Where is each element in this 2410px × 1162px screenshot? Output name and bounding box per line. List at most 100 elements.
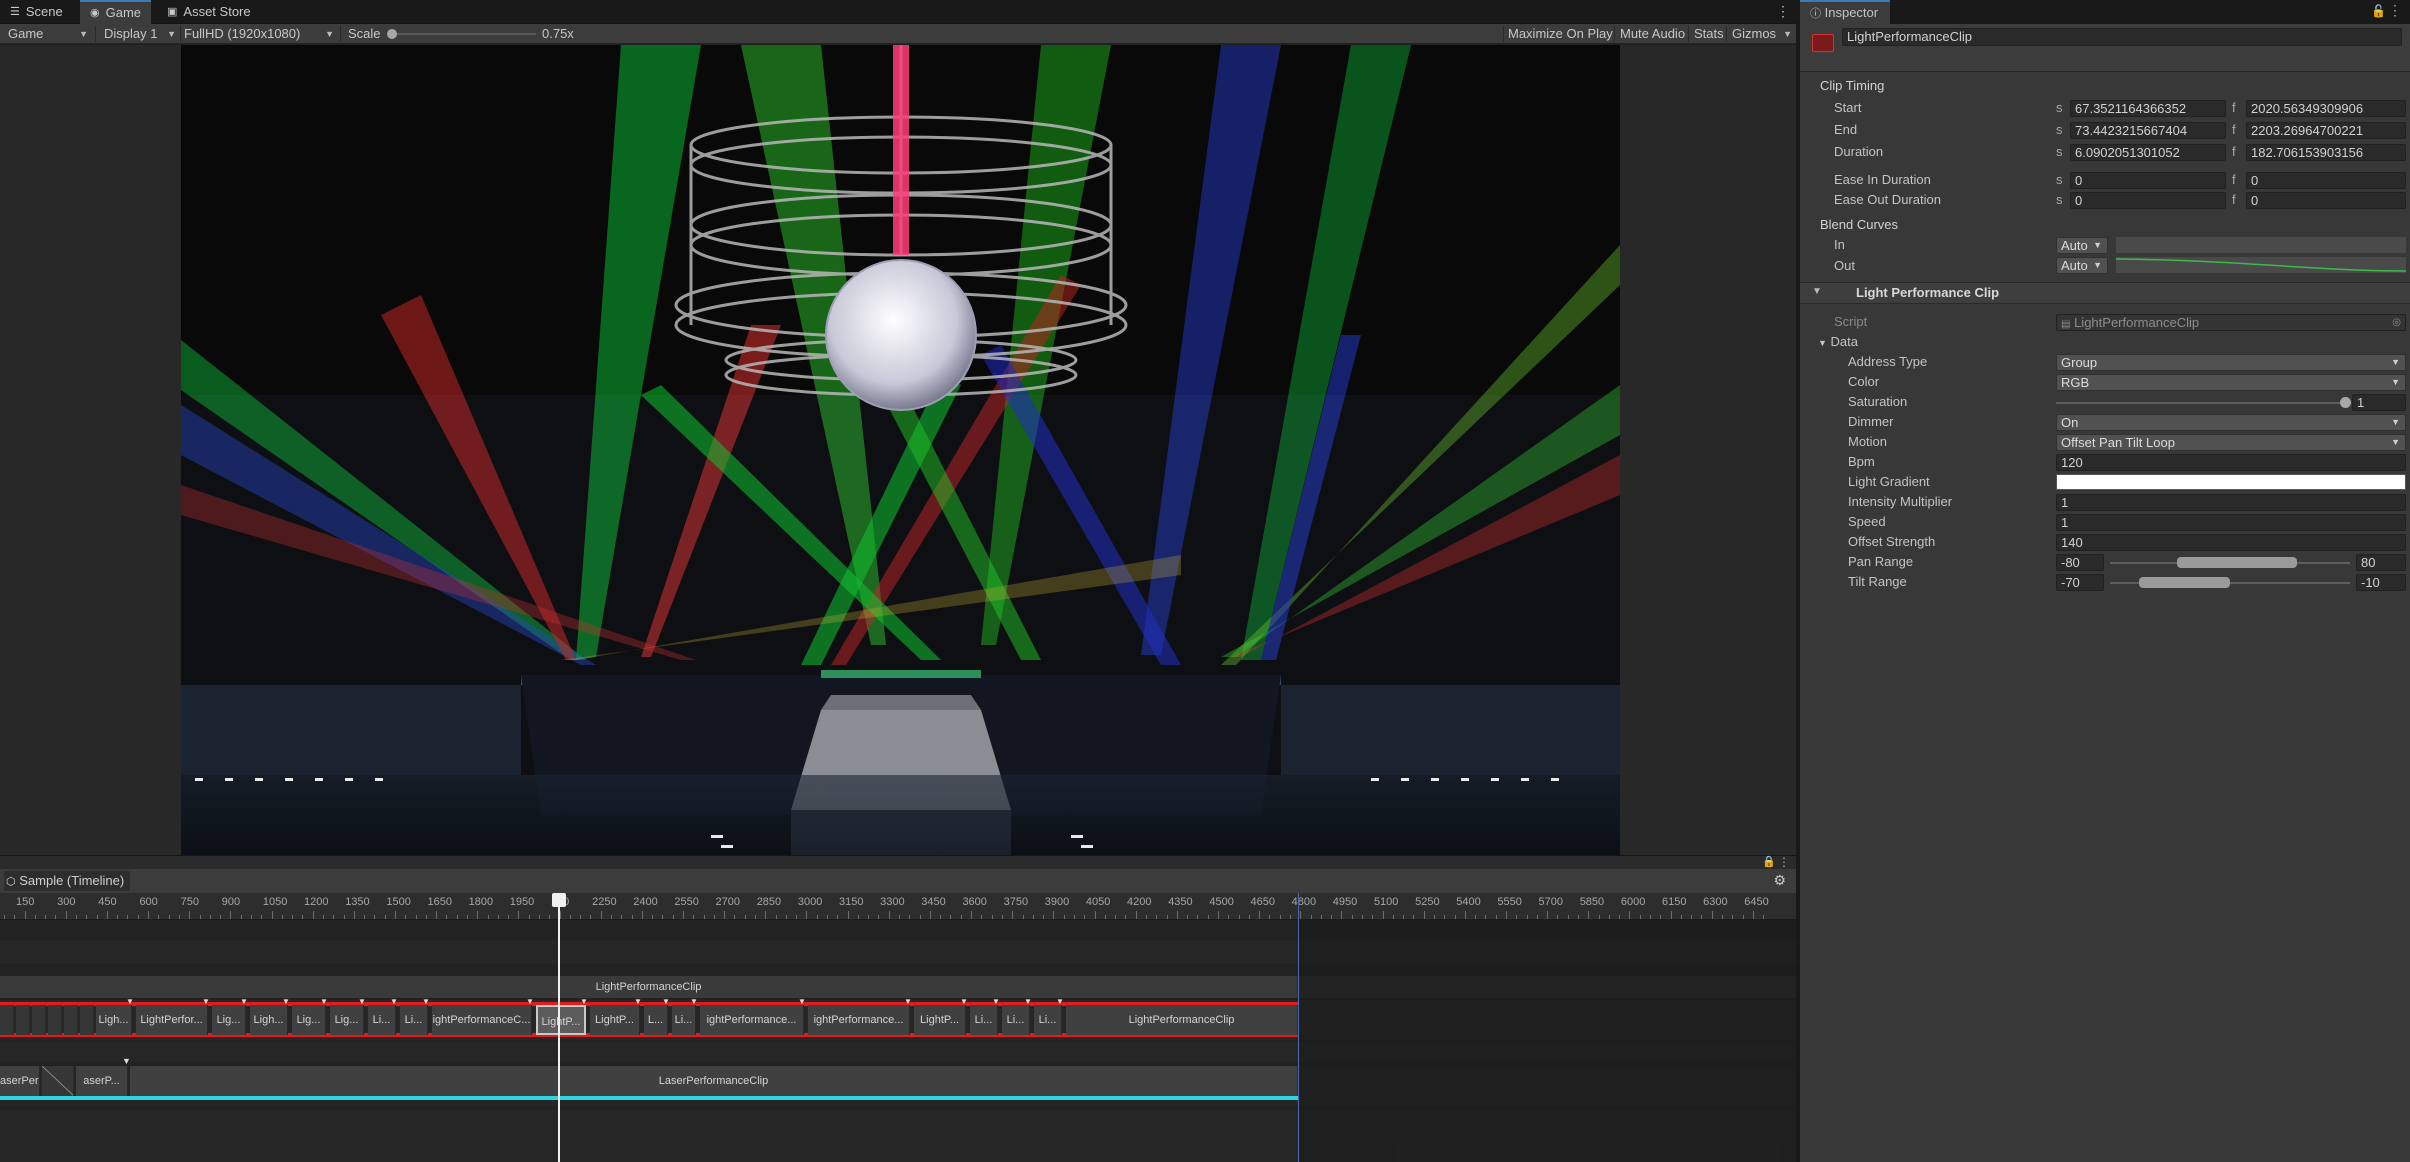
tab-inspector[interactable]: ⓘ Inspector: [1800, 0, 1890, 24]
light-clip[interactable]: Ligh...: [250, 1005, 288, 1035]
blend-out-curve[interactable]: [2115, 257, 2407, 273]
pan-range-max-field[interactable]: 80: [2356, 554, 2406, 571]
seconds-field[interactable]: 0: [2070, 192, 2226, 209]
light-clip[interactable]: Li...: [1034, 1005, 1062, 1035]
light-gradient-field[interactable]: [2056, 474, 2406, 490]
timeline-breadcrumb[interactable]: ⬡ Sample (Timeline): [4, 871, 131, 891]
pan-range-min-field[interactable]: -80: [2056, 554, 2104, 571]
scale-slider[interactable]: [387, 29, 536, 39]
ruler-tick: [1238, 915, 1240, 919]
frames-field[interactable]: 0: [2246, 192, 2406, 209]
tilt-range-max-field[interactable]: -10: [2356, 574, 2406, 591]
frames-field[interactable]: 0: [2246, 172, 2406, 189]
light-clip[interactable]: Li...: [368, 1005, 396, 1035]
light-clip[interactable]: Li...: [400, 1005, 428, 1035]
saturation-slider[interactable]: [2056, 397, 2351, 408]
light-clip[interactable]: L...: [644, 1005, 668, 1035]
ruler-tick: [65, 911, 67, 919]
ruler-tick: [755, 915, 756, 919]
bpm-field[interactable]: 120: [2056, 454, 2406, 471]
motion-dropdown[interactable]: Offset Pan Tilt Loop ▼: [2056, 434, 2406, 451]
more-menu-icon[interactable]: ⋮: [2388, 2, 2402, 19]
pan-range-slider[interactable]: [2110, 557, 2350, 568]
blend-out-dropdown[interactable]: Auto ▼: [2056, 257, 2108, 274]
light-clip[interactable]: LightPerfor...: [136, 1005, 208, 1035]
lock-icon[interactable]: 🔒: [1762, 855, 1776, 868]
view-mode-dropdown[interactable]: Game ▼: [2, 24, 92, 44]
resolution-dropdown[interactable]: FullHD (1920x1080) ▼: [178, 24, 338, 44]
timeline-ruler[interactable]: 150 300 450 600 750 900 1050 1200 1350 1500 1650 18…: [0, 893, 1796, 920]
light-clip[interactable]: Lig...: [330, 1005, 364, 1035]
stats-toggle[interactable]: Stats: [1688, 24, 1730, 44]
foldout-arrow-icon[interactable]: ▼: [1812, 286, 1822, 297]
seconds-field[interactable]: 73.4423215667404: [2070, 122, 2226, 139]
tab-scene[interactable]: ☰ Scene: [0, 0, 73, 24]
light-clip[interactable]: ightPerformance...: [700, 1005, 804, 1035]
light-clip[interactable]: LightP...: [590, 1005, 640, 1035]
light-clip[interactable]: Li...: [1002, 1005, 1030, 1035]
dimmer-dropdown[interactable]: On ▼: [2056, 414, 2406, 431]
intensity-multiplier-field[interactable]: 1: [2056, 494, 2406, 511]
light-performance-clip-top[interactable]: LightPerformanceClip: [0, 976, 1298, 998]
ruler-tick: [1619, 915, 1621, 919]
display-dropdown[interactable]: Display 1 ▼: [98, 24, 180, 44]
mute-audio-toggle[interactable]: Mute Audio: [1614, 24, 1691, 44]
gizmos-dropdown[interactable]: Gizmos ▼: [1726, 24, 1796, 44]
object-name-field[interactable]: LightPerformanceClip: [1842, 28, 2402, 46]
ruler-tick: [353, 911, 355, 919]
tilt-range-handle[interactable]: [2138, 577, 2230, 588]
saturation-field[interactable]: 1: [2352, 394, 2406, 411]
frames-field[interactable]: 2020.56349309906: [2246, 100, 2406, 117]
ruler-tick: [1135, 911, 1137, 919]
timing-label: Duration: [1834, 144, 1884, 159]
saturation-knob[interactable]: [2340, 397, 2351, 408]
tilt-range-min-field[interactable]: -70: [2056, 574, 2104, 591]
light-clip[interactable]: Ligh...: [96, 1005, 132, 1035]
light-clip[interactable]: ightPerformance...: [808, 1005, 910, 1035]
game-viewport[interactable]: [181, 45, 1620, 855]
pan-range-handle[interactable]: [2177, 557, 2298, 568]
ruler-tick: [1722, 915, 1724, 919]
offset-strength-field[interactable]: 140: [2056, 534, 2406, 551]
color-dropdown[interactable]: RGB ▼: [2056, 374, 2406, 391]
light-clip[interactable]: Li...: [970, 1005, 998, 1035]
more-menu-icon[interactable]: ⋮: [1778, 855, 1790, 869]
light-clip[interactable]: LightPerformanceClip: [1066, 1005, 1298, 1035]
tab-asset-store[interactable]: ▣ Asset Store: [157, 0, 261, 24]
light-clip[interactable]: Lig...: [212, 1005, 246, 1035]
light-clip[interactable]: LightP...: [914, 1005, 966, 1035]
seconds-field[interactable]: 6.0902051301052: [2070, 144, 2226, 161]
seconds-field[interactable]: 67.3521164366352: [2070, 100, 2226, 117]
playhead[interactable]: [552, 893, 566, 1162]
maximize-on-play-toggle[interactable]: Maximize On Play: [1502, 24, 1619, 44]
address-type-dropdown[interactable]: Group ▼: [2056, 354, 2406, 371]
light-clip[interactable]: Li...: [672, 1005, 696, 1035]
laser-clip[interactable]: aserP...: [76, 1066, 128, 1096]
playhead-handle[interactable]: [552, 893, 566, 907]
blend-in-dropdown[interactable]: Auto ▼: [2056, 237, 2108, 254]
selected-light-clip[interactable]: LightP...: [536, 1005, 586, 1035]
tab-game[interactable]: ◉ Game: [80, 0, 152, 24]
data-foldout[interactable]: ▼ Data: [1818, 332, 1858, 353]
scale-slider-knob[interactable]: [387, 29, 397, 39]
ruler-tick: [888, 911, 890, 919]
ruler-tick: [415, 915, 417, 919]
gear-icon[interactable]: ⚙: [1773, 872, 1786, 889]
speed-field[interactable]: 1: [2056, 514, 2406, 531]
more-menu-icon[interactable]: ⋮: [1776, 3, 1790, 20]
seconds-field[interactable]: 0: [2070, 172, 2226, 189]
ruler-label: 6000: [1620, 896, 1646, 908]
ruler-tick: [1588, 911, 1590, 919]
tilt-range-slider[interactable]: [2110, 577, 2350, 588]
target-icon[interactable]: ◎: [2392, 315, 2401, 330]
frames-field[interactable]: 2203.26964700221: [2246, 122, 2406, 139]
lock-icon[interactable]: 🔓: [2371, 4, 2386, 18]
ruler-tick: [34, 915, 36, 919]
laser-clip[interactable]: LaserPerformanceClip: [130, 1066, 1298, 1096]
light-clip[interactable]: Lig...: [292, 1005, 326, 1035]
component-header[interactable]: ▼ Light Performance Clip: [1800, 282, 2410, 304]
light-clip[interactable]: ightPerformanceC...: [432, 1005, 532, 1035]
frames-field[interactable]: 182.706153903156: [2246, 144, 2406, 161]
laser-clip[interactable]: aserPer...: [0, 1066, 40, 1096]
blend-in-curve[interactable]: [2116, 237, 2406, 253]
